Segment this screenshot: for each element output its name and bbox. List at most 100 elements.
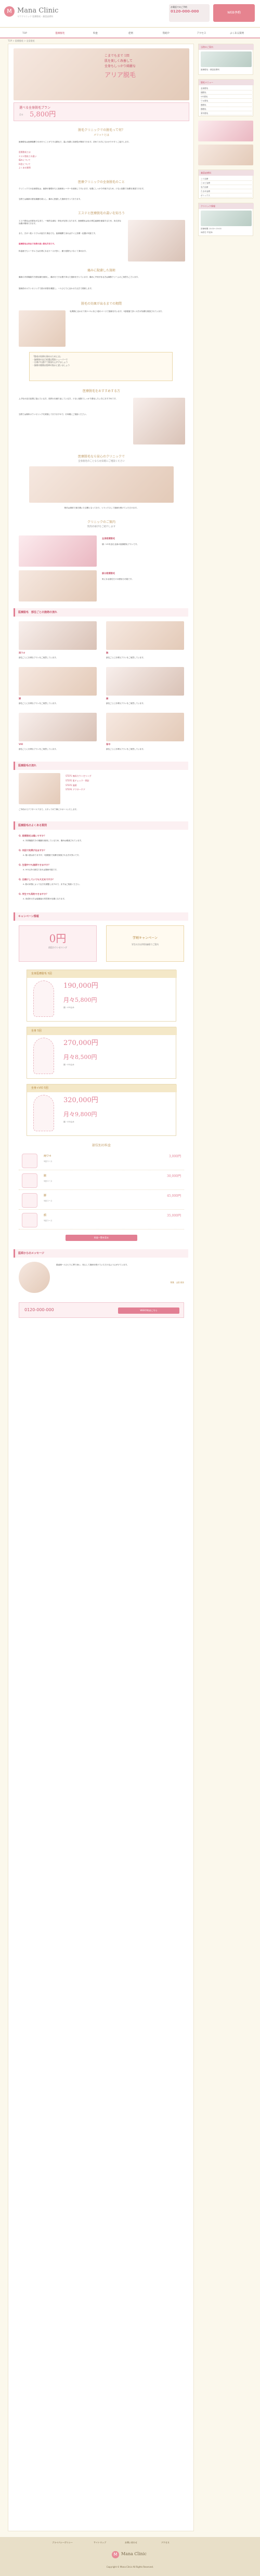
nav-item-price[interactable]: 料金 <box>81 30 110 37</box>
faq-question[interactable]: Q. 日焼けしていても大丈夫ですか？ <box>19 878 184 881</box>
sidebar-title: クリニック情報 <box>199 203 254 209</box>
sidebar-clinic-image[interactable] <box>201 51 252 67</box>
intro-link[interactable]: エステ脱毛との違い <box>19 154 81 159</box>
body-figure-icon <box>33 980 54 1017</box>
part-icon <box>22 1193 37 1208</box>
sidebar-link[interactable]: 脚脱毛 <box>201 107 252 111</box>
footer-link[interactable]: アクセス <box>161 2541 170 2544</box>
sidebar-link[interactable]: 背中脱毛 <box>201 111 252 115</box>
price-plan-2[interactable]: 全身 5回 270,000円 月々8,500円 顔・VIO込み <box>27 1027 177 1079</box>
nav-item-access[interactable]: アクセス <box>187 30 216 37</box>
sidebar-link[interactable]: VIO脱毛 <box>201 95 252 99</box>
footer-logo-text: Mana Clinic <box>121 2552 147 2556</box>
part-price: 35,000円 <box>167 1214 181 1218</box>
hero-price-banner[interactable]: 選べる全身脱毛プラン 月々 5,800円 <box>14 102 189 121</box>
intro-link[interactable]: 料金について <box>19 162 81 166</box>
logo[interactable]: M Mana Clinic マナクリニック 医療脱毛・美容皮膚科 <box>4 5 74 21</box>
site-footer: プライバシーポリシー サイトマップ お問い合わせ アクセス M Mana Cli… <box>0 2537 260 2576</box>
campaign-right-banner[interactable]: 学割キャンペーン 学生の方は特別価格でご案内 <box>106 925 184 962</box>
body-figure-icon <box>33 1038 54 1074</box>
sidebar-link[interactable]: シミ治療 <box>201 177 252 181</box>
part-image[interactable] <box>19 667 97 696</box>
doctor-name: 院長 山田 真奈 <box>170 1282 184 1284</box>
part-image[interactable] <box>106 713 184 741</box>
intro-link[interactable]: 痛みについて <box>19 158 81 162</box>
header-tel-button[interactable]: お電話でのご予約 0120-000-000 <box>169 4 210 22</box>
intro-text: 医療脱毛は医療機関でのみ行うことができる脱毛で、高い効果と持続性が期待できます。… <box>19 141 131 143</box>
part-icon <box>22 1213 37 1227</box>
global-nav: TOP 医療脱毛 料金 症例 院紹介 アクセス よくある質問 <box>0 28 260 38</box>
hero-catch-2: 肌を美しく改善して <box>105 59 133 63</box>
part-price-row[interactable]: 腕 5回コース 30,000円 <box>19 1171 184 1190</box>
card-image[interactable] <box>19 570 97 601</box>
section-2-text: エステ脱毛は光脱毛が主流で、一時的な減毛・抑毛が目的となります。医療脱毛は毛の再… <box>19 220 122 225</box>
price-plan-3[interactable]: 全身+VIO 5回 320,000円 月々9,800円 顔・VIO込み <box>27 1084 177 1136</box>
part-title: 顔 <box>106 697 109 700</box>
part-image[interactable] <box>19 713 97 741</box>
part-price-row[interactable]: 顔 5回コース 35,000円 <box>19 1211 184 1230</box>
price-plan-label: 顔・VIO込み <box>63 1064 74 1066</box>
part-image[interactable] <box>106 667 184 696</box>
section-5-text: 当院では無料カウンセリングを実施しておりますので、お気軽にご相談ください。 <box>19 413 88 415</box>
faq-question[interactable]: Q. 何回で効果が出ますか？ <box>19 849 184 852</box>
card-text: 顔・VIOを含む全身の医療脱毛プランです。 <box>102 543 139 545</box>
header-web-reserve-button[interactable]: WEB予約 <box>213 4 255 22</box>
sidebar-link[interactable]: ボトックス <box>201 193 252 198</box>
footer-link[interactable]: プライバシーポリシー <box>52 2541 73 2544</box>
price-plan-monthly: 月々9,800円 <box>63 1111 97 1118</box>
cta-web-button[interactable]: WEB予約はこちら <box>118 1307 179 1314</box>
faq-question[interactable]: Q. 学生でも契約できますか？ <box>19 893 184 896</box>
faq-question[interactable]: Q. 医療脱毛は痛いですか？ <box>19 834 184 838</box>
sidebar-link[interactable]: ワキ脱毛 <box>201 99 252 103</box>
nav-item-cases[interactable]: 症例 <box>116 30 145 37</box>
price-plan-total: 320,000円 <box>63 1096 98 1104</box>
flow-steps: STEP1 無料カウンセリング STEP2 肌チェック・問診 STEP3 施術 … <box>66 774 184 792</box>
section-6-image <box>29 466 174 503</box>
nav-item-datsumo[interactable]: 医療脱毛 <box>46 30 74 37</box>
part-price-row[interactable]: 両ワキ 5回コース 3,000円 <box>19 1152 184 1170</box>
part-price-row[interactable]: 脚 5回コース 45,000円 <box>19 1191 184 1210</box>
flow-step: STEP1 無料カウンセリング <box>66 775 92 777</box>
intro-link[interactable]: 医療脱毛とは <box>19 150 81 154</box>
faq-question[interactable]: Q. 生理中でも施術できますか？ <box>19 864 184 867</box>
sidebar-link[interactable]: 全身脱毛 <box>201 86 252 90</box>
sidebar-map-image[interactable] <box>201 211 252 226</box>
sidebar-link[interactable]: 腕脱毛 <box>201 103 252 107</box>
card-title: 全身医療脱毛 <box>102 537 115 540</box>
nav-item-top[interactable]: TOP <box>10 30 39 37</box>
nav-item-faq[interactable]: よくある質問 <box>223 30 251 37</box>
intro-link[interactable]: よくある質問 <box>19 166 81 170</box>
campaign-left-banner[interactable]: 0円 初回カウンセリング <box>19 925 97 962</box>
part-sub: 5回コース <box>44 1220 53 1222</box>
nav-item-clinic[interactable]: 院紹介 <box>152 30 180 37</box>
part-icon <box>22 1173 37 1188</box>
sidebar-link[interactable]: 顔脱毛 <box>201 90 252 95</box>
flow-image <box>19 773 60 804</box>
faq-answer: A. 冷却機能付きの機器を使用しているため、痛みは軽減されています。 <box>23 840 83 842</box>
sidebar-link[interactable]: ニキビ治療 <box>201 181 252 185</box>
price-plan-1[interactable]: 全身医療脱毛 5回 190,000円 月々5,800円 顔・VIO込み <box>27 970 177 1022</box>
part-text: 部位ごとにお得なプランをご用意しています。 <box>106 657 145 659</box>
sidebar-banner[interactable] <box>198 145 253 165</box>
footer-logo[interactable]: M Mana Clinic <box>112 2550 148 2560</box>
hero-catch-4: アリア脱毛 <box>105 71 136 79</box>
site-header: M Mana Clinic マナクリニック 医療脱毛・美容皮膚科 お電話でのご予… <box>0 0 260 28</box>
part-title: VIO <box>19 743 23 746</box>
part-image[interactable] <box>19 621 97 650</box>
sidebar-link[interactable]: たるみ治療 <box>201 189 252 193</box>
cta-tel[interactable]: 0120-000-000 <box>24 1307 54 1313</box>
sidebar-banner[interactable] <box>198 121 253 141</box>
part-name: 腕 <box>44 1174 47 1178</box>
card-image[interactable] <box>19 535 97 567</box>
doctor-heading: 医師からのメッセージ <box>14 1249 188 1258</box>
part-text: 部位ごとにお得なプランをご用意しています。 <box>106 702 145 704</box>
hero-price-label: 月々 <box>19 113 23 116</box>
footer-link[interactable]: サイトマップ <box>94 2541 106 2544</box>
faq-answer: A. 未成年の方は保護者の同意書が必要となります。 <box>23 898 67 900</box>
price-list-button[interactable]: 料金一覧を見る <box>66 1235 137 1241</box>
part-title: 脚 <box>19 697 21 700</box>
sidebar-link[interactable]: 毛穴治療 <box>201 185 252 189</box>
footer-link[interactable]: お問い合わせ <box>125 2541 137 2544</box>
part-image[interactable] <box>106 621 184 650</box>
part-price: 45,000円 <box>167 1194 181 1198</box>
